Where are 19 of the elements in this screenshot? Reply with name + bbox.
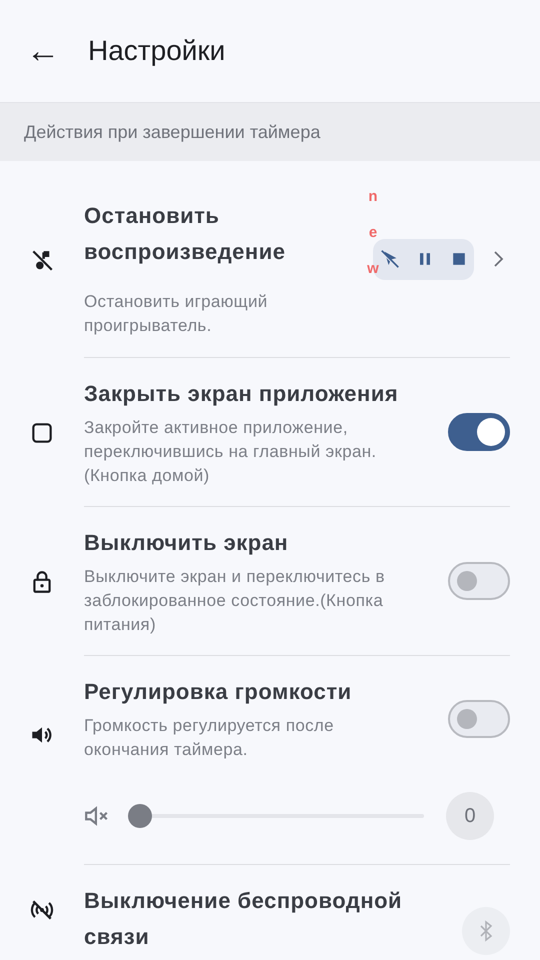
- new-label: new: [367, 186, 379, 278]
- section-header: Действия при завершении таймера: [0, 102, 540, 161]
- toggle-switch[interactable]: [448, 562, 510, 600]
- setting-title: Регулировка громкости: [84, 678, 353, 706]
- volume-value: 0: [446, 792, 494, 840]
- setting-description: Остановить играющий проигрыватель.: [84, 291, 269, 337]
- setting-description: Выключите экран и переключитесь в заблокированное состояние.(Кнопка питания): [84, 566, 386, 636]
- page-title: Настройки: [88, 34, 226, 68]
- slider-thumb[interactable]: [128, 804, 152, 828]
- toggle-switch[interactable]: [448, 413, 510, 451]
- setting-description: Закройте активное приложение, переключившись на главный экран.(Кнопка домой): [84, 417, 378, 487]
- setting-description: Громкость регулируется после окончания таймера.: [84, 715, 335, 761]
- setting-title: Закрыть экран приложения: [84, 380, 400, 408]
- setting-title: Выключение беспроводной связи: [84, 887, 404, 951]
- cursor-off-icon[interactable]: [378, 248, 400, 270]
- setting-title: Выключить экран: [84, 529, 290, 557]
- setting-title: Остановить воспроизведение: [84, 202, 286, 266]
- toggle-switch[interactable]: [448, 700, 510, 738]
- back-button[interactable]: ←: [24, 34, 62, 68]
